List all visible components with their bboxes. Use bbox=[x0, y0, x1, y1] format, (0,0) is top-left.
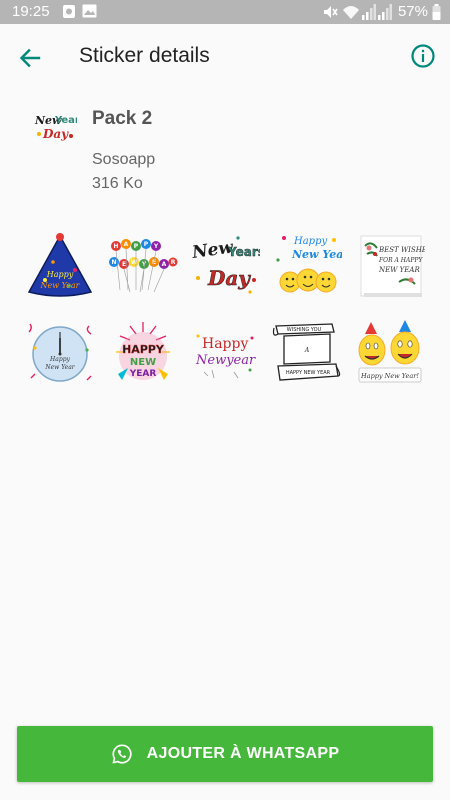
notification-icon bbox=[63, 5, 75, 18]
info-button[interactable] bbox=[410, 43, 438, 71]
svg-text:Happy: Happy bbox=[49, 356, 70, 363]
svg-text:NEW: NEW bbox=[130, 357, 156, 368]
svg-text:P: P bbox=[144, 241, 149, 248]
svg-text:Happy: Happy bbox=[293, 236, 327, 247]
svg-text:R: R bbox=[171, 259, 176, 266]
svg-text:Happy: Happy bbox=[202, 336, 248, 352]
signal-icon bbox=[362, 4, 376, 20]
sticker-emoji-new-year[interactable]: Happy New Year bbox=[272, 230, 350, 300]
svg-text:Happy New Year!: Happy New Year! bbox=[360, 372, 419, 380]
sticker-scroll-banner[interactable]: WISHING YOU A HAPPY NEW YEAR bbox=[272, 318, 342, 388]
svg-text:Years: Years bbox=[227, 245, 260, 259]
svg-text:Y: Y bbox=[141, 261, 147, 268]
app-bar: Sticker details bbox=[0, 24, 450, 90]
svg-text:NEW YEAR: NEW YEAR bbox=[378, 266, 420, 274]
svg-text:Day: Day bbox=[207, 266, 251, 290]
pack-tray-icon: New Years Day bbox=[33, 110, 86, 144]
sticker-party-hat[interactable]: Happy New Year bbox=[25, 230, 95, 300]
sticker-text: Happy bbox=[46, 270, 74, 279]
status-bar: 19:25 57% bbox=[0, 0, 450, 24]
pack-publisher: Sosoapp bbox=[92, 151, 156, 168]
svg-text:HAPPY NEW YEAR: HAPPY NEW YEAR bbox=[286, 370, 331, 376]
wifi-icon bbox=[343, 6, 359, 19]
svg-text:WISHING YOU: WISHING YOU bbox=[287, 327, 322, 333]
add-to-whatsapp-label: AJOUTER À WHATSAPP bbox=[146, 745, 340, 762]
svg-text:New Year: New Year bbox=[291, 248, 342, 261]
svg-text:BEST WISHES: BEST WISHES bbox=[378, 246, 425, 254]
svg-text:YEAR: YEAR bbox=[129, 369, 157, 379]
svg-text:H: H bbox=[113, 243, 118, 250]
svg-text:New Year: New Year bbox=[44, 364, 75, 371]
svg-text:W: W bbox=[131, 259, 138, 266]
svg-text:A: A bbox=[304, 347, 310, 354]
status-time: 19:25 bbox=[12, 3, 50, 20]
info-icon bbox=[411, 44, 435, 68]
sticker-new-years-day[interactable]: New Years Day bbox=[190, 230, 265, 300]
svg-text:FOR A HAPPY: FOR A HAPPY bbox=[378, 257, 423, 264]
add-to-whatsapp-button[interactable]: AJOUTER À WHATSAPP bbox=[17, 726, 433, 782]
svg-text:A: A bbox=[124, 241, 129, 248]
sticker-fireworks-badge[interactable]: HAPPY NEW YEAR bbox=[108, 318, 178, 388]
battery-icon bbox=[432, 4, 441, 20]
svg-text:P: P bbox=[134, 243, 139, 250]
svg-text:Newyear: Newyear bbox=[195, 353, 256, 368]
svg-text:N: N bbox=[111, 259, 116, 266]
pack-size: 316 Ko bbox=[92, 175, 143, 192]
mute-icon bbox=[324, 6, 338, 18]
svg-text:Day: Day bbox=[42, 127, 69, 141]
svg-text:HAPPY: HAPPY bbox=[122, 343, 165, 356]
svg-text:New Year: New Year bbox=[39, 281, 80, 290]
page-title: Sticker details bbox=[79, 44, 210, 67]
svg-text:E: E bbox=[122, 261, 126, 268]
sticker-emoji-couple[interactable]: Happy New Year! bbox=[355, 318, 425, 388]
arrow-left-icon bbox=[19, 48, 41, 68]
signal-icon bbox=[378, 4, 392, 20]
svg-text:A: A bbox=[162, 261, 167, 268]
sticker-balloons[interactable]: H A P P Y N E W Y E A R bbox=[108, 230, 178, 300]
gallery-icon bbox=[82, 4, 97, 18]
battery-percent: 57% bbox=[397, 3, 428, 20]
back-button[interactable] bbox=[16, 44, 44, 72]
sticker-happy-newyear-text[interactable]: Happy Newyear bbox=[190, 318, 260, 388]
svg-text:Y: Y bbox=[153, 243, 159, 250]
sticker-clock[interactable]: Happy New Year bbox=[25, 318, 95, 388]
pack-name: Pack 2 bbox=[92, 108, 153, 129]
whatsapp-icon bbox=[112, 744, 132, 764]
svg-text:Years: Years bbox=[54, 115, 77, 126]
sticker-best-wishes-card[interactable]: BEST WISHES FOR A HAPPY NEW YEAR bbox=[355, 230, 432, 300]
